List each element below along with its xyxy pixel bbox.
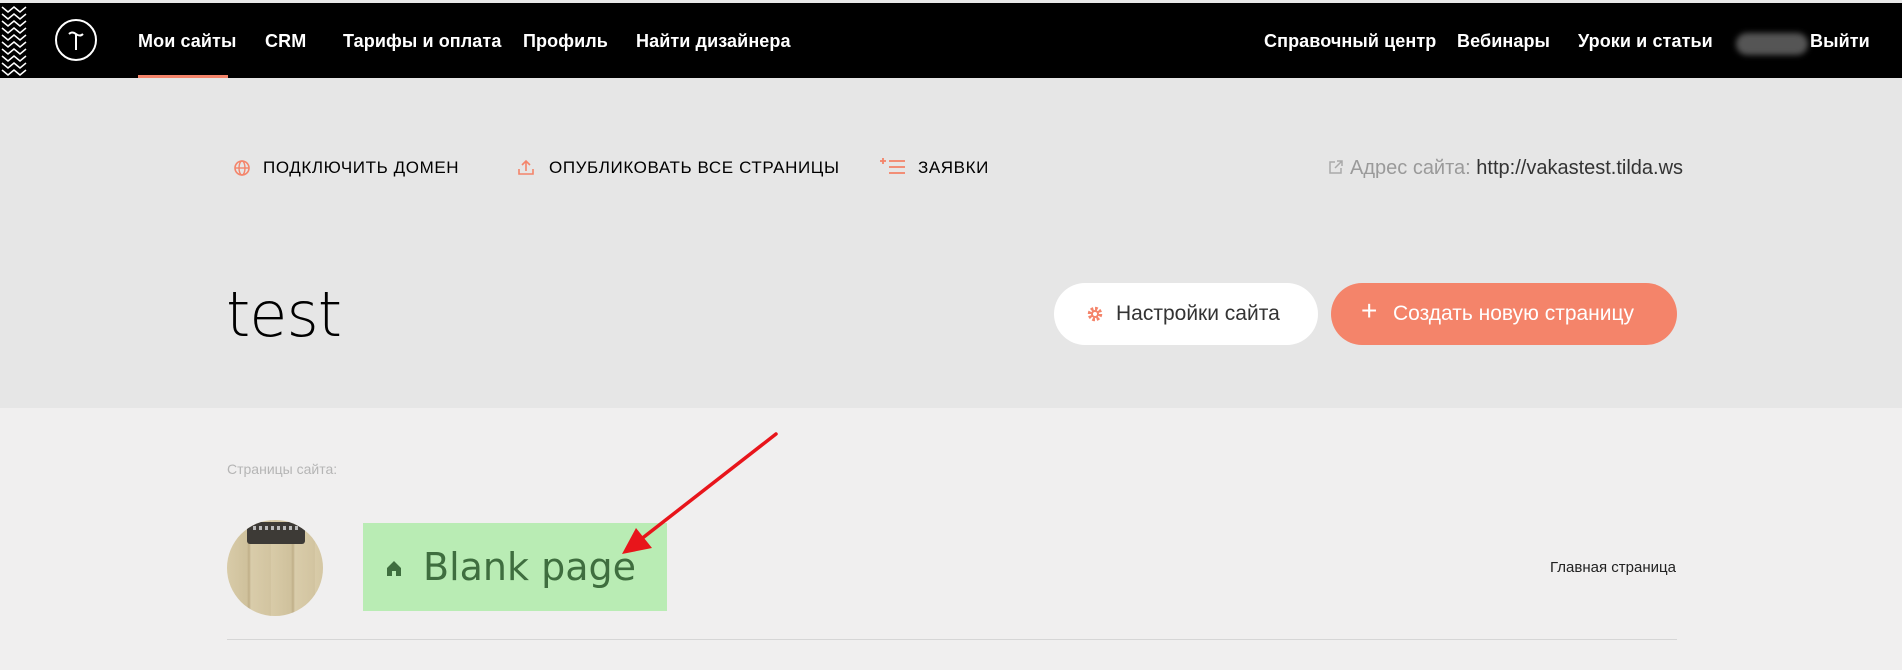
nav-tariffs[interactable]: Тарифы и оплата — [343, 31, 501, 52]
nav-help-center[interactable]: Справочный центр — [1264, 31, 1436, 52]
nav-my-sites[interactable]: Мои сайты — [138, 31, 236, 52]
requests-label: ЗАЯВКИ — [918, 158, 989, 177]
list-plus-icon — [880, 158, 905, 174]
external-link-icon — [1329, 160, 1343, 174]
zigzag-pattern — [1, 6, 27, 76]
nav-lessons[interactable]: Уроки и статьи — [1578, 31, 1713, 52]
nav-find-designer[interactable]: Найти дизайнера — [636, 31, 791, 52]
home-icon — [387, 561, 401, 576]
connect-domain-label: ПОДКЛЮЧИТЬ ДОМЕН — [263, 158, 460, 177]
publish-all-label: ОПУБЛИКОВАТЬ ВСЕ СТРАНИЦЫ — [549, 158, 840, 177]
site-address-label: Адрес сайта: — [1350, 157, 1471, 179]
tilda-logo[interactable] — [55, 19, 97, 61]
globe-icon — [234, 160, 250, 176]
main-page-badge: Главная страница — [1550, 559, 1676, 576]
site-settings-button[interactable]: Настройки сайта — [1054, 283, 1318, 345]
site-header — [0, 78, 1902, 408]
logout-link[interactable]: Выйти — [1810, 31, 1870, 52]
blurred-username — [1736, 33, 1808, 55]
plus-icon: + — [1361, 295, 1378, 326]
create-page-label: Создать новую страницу — [1393, 302, 1635, 325]
site-address-url[interactable]: http://vakastest.tilda.ws — [1476, 157, 1683, 179]
top-nav-bar: Мои сайты CRM Тарифы и оплата Профиль На… — [0, 0, 1902, 78]
site-title: test — [226, 278, 342, 351]
create-page-button[interactable]: + Создать новую страницу — [1331, 283, 1677, 345]
list-divider — [227, 639, 1677, 640]
page-thumbnail[interactable] — [227, 520, 323, 616]
tilda-logo-icon — [68, 31, 84, 50]
pages-section-label: Страницы сайта: — [227, 461, 338, 477]
upload-icon — [518, 159, 534, 175]
page-title: Blank page — [423, 545, 636, 589]
site-settings-label: Настройки сайта — [1116, 302, 1280, 325]
typewriter-keys — [253, 526, 299, 530]
page-item-blank-page[interactable]: Blank page — [363, 523, 667, 611]
nav-profile[interactable]: Профиль — [523, 31, 608, 52]
nav-webinars[interactable]: Вебинары — [1457, 31, 1550, 52]
nav-crm[interactable]: CRM — [265, 31, 306, 52]
gear-icon — [1087, 306, 1103, 322]
site-address: Адрес сайта: http://vakastest.tilda.ws — [1328, 157, 1683, 180]
